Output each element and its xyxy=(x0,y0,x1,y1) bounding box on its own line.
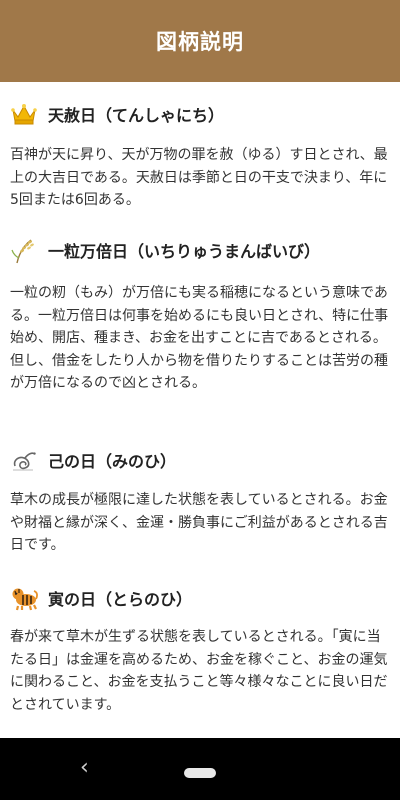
home-pill-icon[interactable] xyxy=(184,768,216,778)
tiger-icon xyxy=(10,584,38,612)
section-description: 一粒の籾（もみ）が万倍にも実る稲穂になるという意味である。一粒万倍日は何事を始め… xyxy=(10,285,389,391)
section-description: 草木の成長が極限に達した状態を表しているとされる。お金や財福と縁が深く、金運・勝… xyxy=(10,492,388,553)
legend-content: 天赦日（てんしゃにち） 百神が天に昇り、天が万物の罪を赦（ゆる）す日とされ、最上… xyxy=(0,82,400,738)
section-header: 己の日（みのひ） xyxy=(10,446,176,474)
section-title: 一粒万倍日（いちりゅうまんばいび） xyxy=(48,242,321,261)
section-header: 一粒万倍日（いちりゅうまんばいび） xyxy=(10,236,320,264)
section-title: 寅の日（とらのひ） xyxy=(48,590,193,609)
section-title: 己の日（みのひ） xyxy=(48,452,177,471)
section-header: 寅の日（とらのひ） xyxy=(10,584,192,612)
app-header: 図柄説明 xyxy=(0,0,400,82)
section-description: 百神が天に昇り、天が万物の罪を赦（ゆる）す日とされ、最上の大吉日である。天赦日は… xyxy=(10,147,388,208)
section-description: 春が来て草木が生ずる状態を表しているとされる。「寅に当たる日」は金運を高めるため… xyxy=(10,629,388,713)
snake-icon xyxy=(10,446,38,474)
rice-plant-icon xyxy=(10,236,38,264)
section-title: 天赦日（てんしゃにち） xyxy=(48,106,225,125)
page-title: 図柄説明 xyxy=(156,30,244,54)
crown-icon xyxy=(10,100,38,128)
back-triangle-icon[interactable]: ‹ xyxy=(80,757,89,779)
section-header: 天赦日（てんしゃにち） xyxy=(10,100,224,128)
system-navigation-bar: ‹ xyxy=(0,738,400,800)
